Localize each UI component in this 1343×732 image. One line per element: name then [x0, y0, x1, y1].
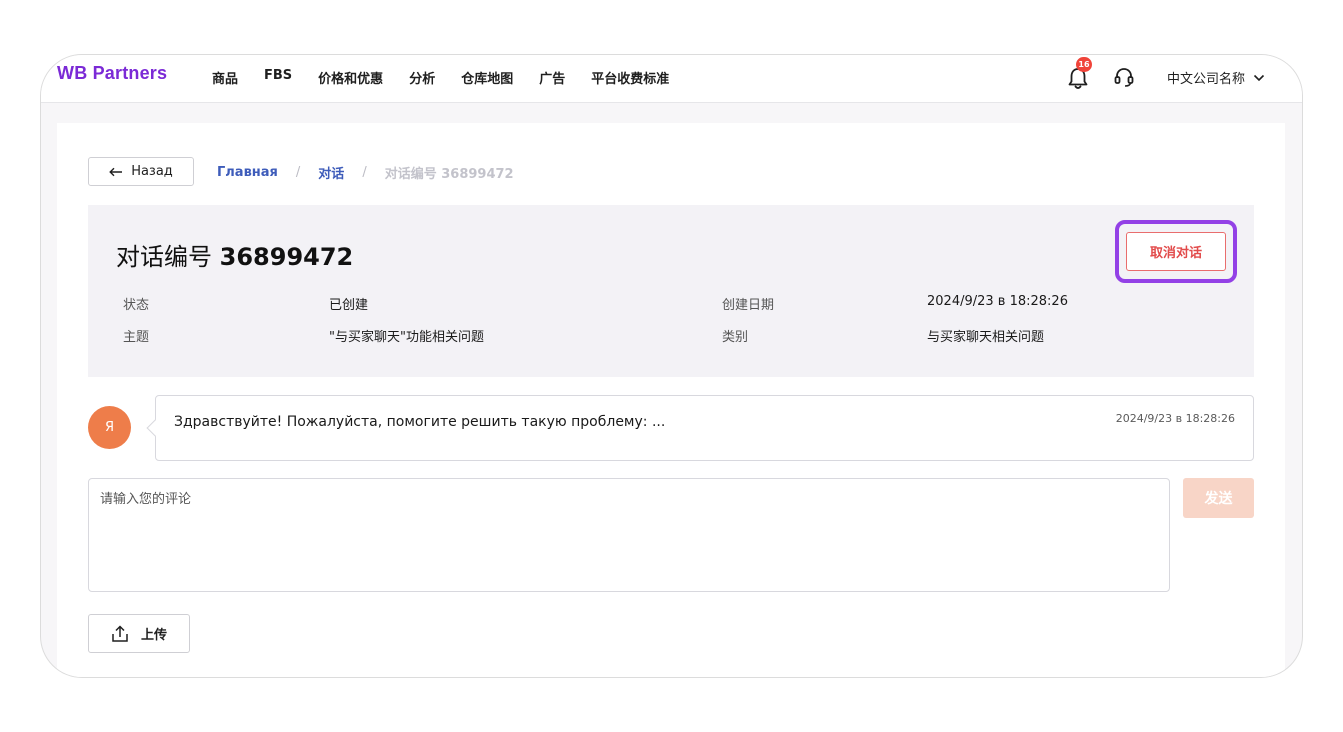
status-value: 已创建 [329, 298, 369, 313]
category-label: 类别 [722, 330, 749, 345]
message-text: Здравствуйте! Пожалуйста, помогите решит… [174, 414, 666, 430]
title-number: 36899472 [219, 243, 354, 271]
topic-value: "与买家聊天"功能相关问题 [329, 330, 484, 345]
back-label: Назад [131, 164, 173, 179]
avatar: Я [88, 406, 131, 449]
status-label: 状态 [123, 298, 150, 313]
bubble-tail [146, 419, 164, 437]
dialog-info-panel: 对话编号 36899472 状态 已创建 主题 "与买家聊天"功能相关问题 创建… [88, 205, 1254, 377]
main-menu: 商品 FBS 价格和优惠 分析 仓库地图 广告 平台收费标准 [212, 68, 695, 87]
cancel-dialog-button[interactable]: 取消对话 [1126, 232, 1226, 271]
breadcrumb: Главная / 对话 / 对话编号 36899472 [217, 163, 514, 182]
arrow-left-icon [109, 167, 123, 176]
brand-logo[interactable]: WB Partners [57, 63, 167, 84]
menu-item-warehouse-map[interactable]: 仓库地图 [461, 68, 513, 87]
upload-label: 上传 [140, 628, 167, 643]
notification-badge: 16 [1076, 57, 1092, 72]
breadcrumb-separator: / [362, 165, 367, 180]
page-title: 对话编号 36899472 [116, 237, 353, 272]
app-window: WB Partners 商品 FBS 价格和优惠 分析 仓库地图 广告 平台收费… [40, 54, 1303, 678]
account-name: 中文公司名称 [1167, 72, 1246, 87]
upload-icon [112, 624, 128, 642]
account-menu[interactable]: 中文公司名称 [1167, 68, 1265, 87]
message-time: 2024/9/23 в 18:28:26 [1115, 412, 1235, 425]
upload-button[interactable]: 上传 [88, 614, 190, 653]
menu-item-fbs[interactable]: FBS [264, 68, 292, 87]
top-navigation: WB Partners 商品 FBS 价格和优惠 分析 仓库地图 广告 平台收费… [41, 55, 1302, 103]
chevron-down-icon [1253, 74, 1265, 81]
title-prefix: 对话编号 [116, 243, 212, 271]
comment-input[interactable] [88, 478, 1170, 592]
breadcrumb-dialogs[interactable]: 对话 [318, 163, 344, 182]
menu-item-products[interactable]: 商品 [212, 68, 238, 87]
breadcrumb-separator: / [295, 165, 301, 180]
topic-label: 主题 [123, 330, 150, 345]
category-value: 与买家聊天相关问题 [927, 330, 1045, 345]
created-date-label: 创建日期 [722, 298, 775, 313]
message-bubble: Здравствуйте! Пожалуйста, помогите решит… [146, 395, 1254, 461]
created-date-value: 2024/9/23 в 18:28:26 [927, 294, 1068, 309]
breadcrumb-current: 对话编号 36899472 [384, 167, 514, 182]
main-content: Назад Главная / 对话 / 对话编号 36899472 对话编号 … [57, 123, 1285, 677]
headset-icon[interactable] [1112, 65, 1136, 89]
menu-item-prices[interactable]: 价格和优惠 [318, 68, 383, 87]
menu-item-analytics[interactable]: 分析 [409, 68, 435, 87]
send-button[interactable]: 发送 [1183, 478, 1254, 518]
menu-item-ads[interactable]: 广告 [539, 68, 565, 87]
back-button[interactable]: Назад [88, 157, 194, 186]
breadcrumb-home[interactable]: Главная [217, 165, 278, 180]
menu-item-fees[interactable]: 平台收费标准 [591, 68, 669, 87]
